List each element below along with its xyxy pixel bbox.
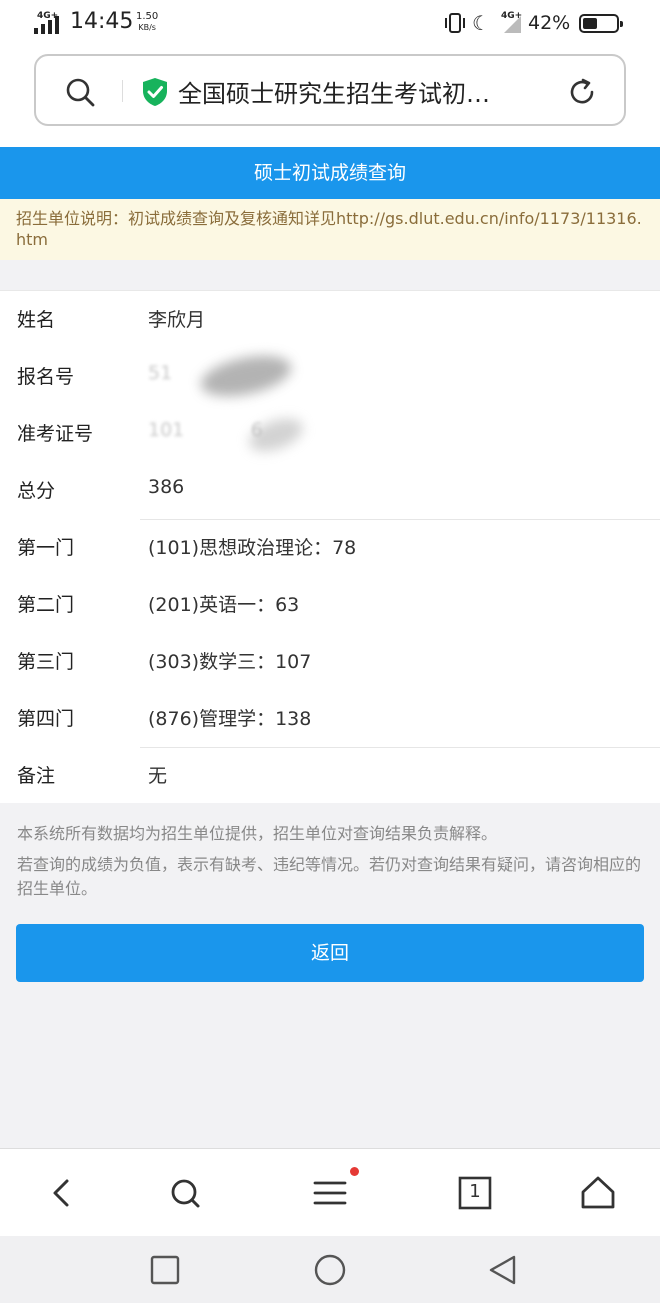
subject-1-value: (101)思想政治理论：78: [148, 537, 357, 559]
remark-value: 无: [148, 765, 168, 787]
battery-percent: 42%: [528, 12, 571, 34]
subject-2-label: 第二门: [17, 594, 75, 616]
subject-3-label: 第三门: [17, 651, 75, 673]
exam-number-label: 准考证号: [17, 423, 94, 445]
battery-icon: [579, 14, 623, 33]
signal-icon-2: 4G+: [500, 11, 522, 34]
redaction-scribble: [197, 348, 295, 404]
tabs-icon[interactable]: 1: [455, 1173, 495, 1213]
subject-1-label: 第一门: [17, 537, 75, 559]
row-registration: 报名号 51: [0, 348, 660, 405]
network-speed: 1.50 KB/s: [136, 11, 158, 33]
row-total: 总分 386: [0, 462, 660, 519]
secure-shield-icon: [143, 78, 167, 106]
row-subject-1: 第一门 (101)思想政治理论：78: [0, 519, 660, 576]
menu-icon[interactable]: [310, 1173, 350, 1213]
reload-icon[interactable]: [566, 76, 598, 108]
speed-value: 1.50: [136, 11, 159, 22]
square-nav-icon[interactable]: [148, 1253, 182, 1287]
subject-4-value: (876)管理学：138: [148, 708, 312, 730]
address-bar[interactable]: 全国硕士研究生招生考试初…: [34, 54, 626, 126]
results-card: 姓名 李欣月 报名号 51 准考证号 101 6 总分 386 第一门 (101…: [0, 290, 660, 803]
status-bar: 4G+ 14:45 1.50 KB/s ☾ 4G+ 42%: [0, 0, 660, 48]
search-icon[interactable]: [64, 76, 96, 108]
back-button[interactable]: 返回: [16, 924, 644, 982]
disclaimer: 本系统所有数据均为招生单位提供，招生单位对查询结果负责解释。 若查询的成绩为负值…: [17, 822, 645, 908]
menu-notification-dot: [350, 1167, 359, 1176]
remark-label: 备注: [17, 765, 56, 787]
speed-unit: KB/s: [138, 23, 156, 32]
triangle-nav-icon[interactable]: [485, 1253, 519, 1287]
name-value: 李欣月: [148, 309, 206, 331]
url-text[interactable]: 全国硕士研究生招生考试初…: [178, 74, 550, 109]
name-label: 姓名: [17, 309, 56, 331]
browser-toolbar: 1: [0, 1148, 660, 1236]
row-remark: 备注 无: [0, 747, 660, 804]
row-exam-number: 准考证号 101 6: [0, 405, 660, 462]
total-value: 386: [148, 476, 185, 498]
page-title: 硕士初试成绩查询: [0, 147, 660, 199]
institution-notice: 招生单位说明：初试成绩查询及复核通知详见http://gs.dlut.edu.c…: [0, 199, 660, 260]
vibrate-icon: [445, 13, 465, 33]
row-subject-3: 第三门 (303)数学三：107: [0, 633, 660, 690]
back-arrow-icon[interactable]: [42, 1173, 82, 1213]
toolbar-search-icon[interactable]: [165, 1173, 205, 1213]
moon-icon: ☾: [472, 11, 490, 35]
browser-address-area: 全国硕士研究生招生考试初…: [0, 48, 660, 147]
signal-icon: 4G+: [34, 11, 66, 34]
tab-count: 1: [469, 1181, 481, 1202]
total-label: 总分: [17, 480, 56, 502]
system-navigation-bar: [0, 1236, 660, 1303]
exam-number-value: 101 6: [148, 419, 263, 441]
address-separator: [122, 80, 123, 102]
clock: 14:45: [70, 9, 134, 34]
subject-2-value: (201)英语一：63: [148, 594, 300, 616]
subject-3-value: (303)数学三：107: [148, 651, 312, 673]
subject-4-label: 第四门: [17, 708, 75, 730]
row-name: 姓名 李欣月: [0, 291, 660, 348]
registration-value: 51: [148, 362, 173, 384]
row-subject-4: 第四门 (876)管理学：138: [0, 690, 660, 747]
disclaimer-line-1: 本系统所有数据均为招生单位提供，招生单位对查询结果负责解释。: [17, 824, 498, 843]
home-icon[interactable]: [578, 1173, 618, 1213]
disclaimer-line-2: 若查询的成绩为负值，表示有缺考、违纪等情况。若仍对查询结果有疑问，请咨询相应的招…: [17, 855, 642, 898]
circle-nav-icon[interactable]: [313, 1253, 347, 1287]
registration-label: 报名号: [17, 366, 75, 388]
row-subject-2: 第二门 (201)英语一：63: [0, 576, 660, 633]
